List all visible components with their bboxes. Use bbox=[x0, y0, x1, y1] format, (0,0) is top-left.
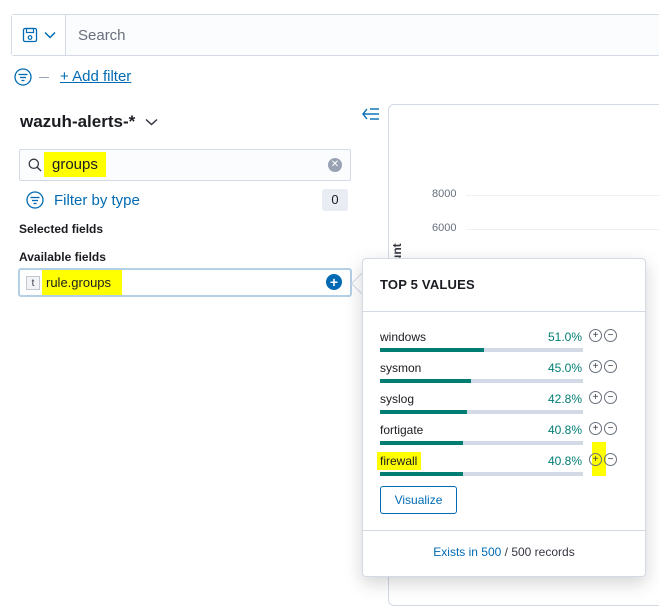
filter-for-value-icon[interactable]: + bbox=[589, 360, 602, 373]
value-row-syslog: syslog 42.8% + − bbox=[380, 391, 630, 416]
popover-title: TOP 5 VALUES bbox=[380, 277, 475, 292]
available-fields-heading: Available fields bbox=[19, 250, 106, 264]
field-details-popover: TOP 5 VALUES windows 51.0% + − sysmon 45… bbox=[362, 258, 646, 577]
query-bar bbox=[11, 14, 659, 56]
filter-separator bbox=[39, 77, 49, 78]
value-row-windows: windows 51.0% + − bbox=[380, 329, 630, 354]
filter-for-value-icon[interactable]: + bbox=[589, 453, 602, 466]
filter-by-type-label: Filter by type bbox=[54, 191, 140, 209]
value-name: sysmon bbox=[380, 361, 422, 375]
search-input[interactable] bbox=[66, 15, 659, 55]
save-icon bbox=[22, 27, 37, 43]
value-percent: 51.0% bbox=[547, 330, 582, 344]
chevron-down-icon bbox=[145, 118, 158, 126]
visualize-button[interactable]: Visualize bbox=[380, 486, 457, 514]
filter-out-value-icon[interactable]: − bbox=[604, 360, 617, 373]
value-bar bbox=[380, 441, 583, 445]
collapse-sidebar-icon[interactable] bbox=[362, 106, 380, 122]
exists-in-link[interactable]: Exists in 500 bbox=[433, 545, 501, 559]
gridline bbox=[466, 195, 659, 196]
value-percent: 40.8% bbox=[547, 423, 582, 437]
selected-fields-heading: Selected fields bbox=[19, 222, 104, 236]
value-name: fortigate bbox=[380, 423, 424, 437]
value-name: windows bbox=[380, 330, 427, 344]
filter-for-value-icon[interactable]: + bbox=[589, 422, 602, 435]
value-bar-fill bbox=[380, 348, 484, 352]
divider bbox=[363, 530, 645, 531]
filter-out-value-icon[interactable]: − bbox=[604, 329, 617, 342]
filter-out-value-icon[interactable]: − bbox=[604, 453, 617, 466]
add-filter-link[interactable]: + Add filter bbox=[60, 68, 131, 85]
value-bar-fill bbox=[380, 441, 463, 445]
value-bar bbox=[380, 379, 583, 383]
value-row-sysmon: sysmon 45.0% + − bbox=[380, 360, 630, 385]
value-bar bbox=[380, 472, 583, 476]
index-pattern-label: wazuh-alerts-* bbox=[20, 112, 136, 131]
add-field-button[interactable]: + bbox=[326, 274, 342, 290]
value-percent: 42.8% bbox=[547, 392, 582, 406]
filter-for-value-icon[interactable]: + bbox=[589, 391, 602, 404]
value-bar-fill bbox=[380, 410, 467, 414]
filter-out-value-icon[interactable]: − bbox=[604, 391, 617, 404]
filter-menu-icon[interactable] bbox=[14, 68, 32, 86]
value-bar-fill bbox=[380, 472, 463, 476]
chevron-down-icon bbox=[43, 31, 56, 39]
value-bar-fill bbox=[380, 379, 472, 383]
value-percent: 45.0% bbox=[547, 361, 582, 375]
clear-search-icon[interactable]: ✕ bbox=[328, 158, 342, 172]
field-name: rule.groups bbox=[42, 270, 123, 295]
value-percent: 40.8% bbox=[547, 454, 582, 468]
index-pattern-selector[interactable]: wazuh-alerts-* bbox=[20, 112, 158, 132]
value-name: syslog bbox=[380, 392, 415, 406]
filter-count-badge: 0 bbox=[322, 189, 348, 211]
value-bar bbox=[380, 348, 583, 352]
filter-out-value-icon[interactable]: − bbox=[604, 422, 617, 435]
saved-query-button[interactable] bbox=[12, 15, 66, 55]
gridline bbox=[466, 229, 659, 230]
value-row-firewall: firewall 40.8% + − bbox=[377, 442, 630, 478]
popover-footer: Exists in 500 / 500 records bbox=[363, 545, 645, 559]
search-icon bbox=[28, 158, 42, 172]
field-item-rule-groups[interactable]: t rule.groups + bbox=[18, 268, 352, 297]
value-name: firewall bbox=[377, 452, 422, 470]
y-tick-label: 8000 bbox=[432, 188, 457, 200]
field-search-input[interactable]: groups ✕ bbox=[19, 149, 351, 181]
y-tick-label: 6000 bbox=[432, 222, 457, 234]
value-bar bbox=[380, 410, 583, 414]
filter-icon bbox=[26, 191, 44, 209]
field-search-value: groups bbox=[44, 150, 106, 180]
string-type-icon: t bbox=[26, 276, 40, 290]
records-count: / 500 records bbox=[501, 545, 575, 559]
filter-by-type-button[interactable]: Filter by type bbox=[26, 191, 140, 209]
divider bbox=[363, 311, 645, 312]
filter-for-value-icon[interactable]: + bbox=[589, 329, 602, 342]
